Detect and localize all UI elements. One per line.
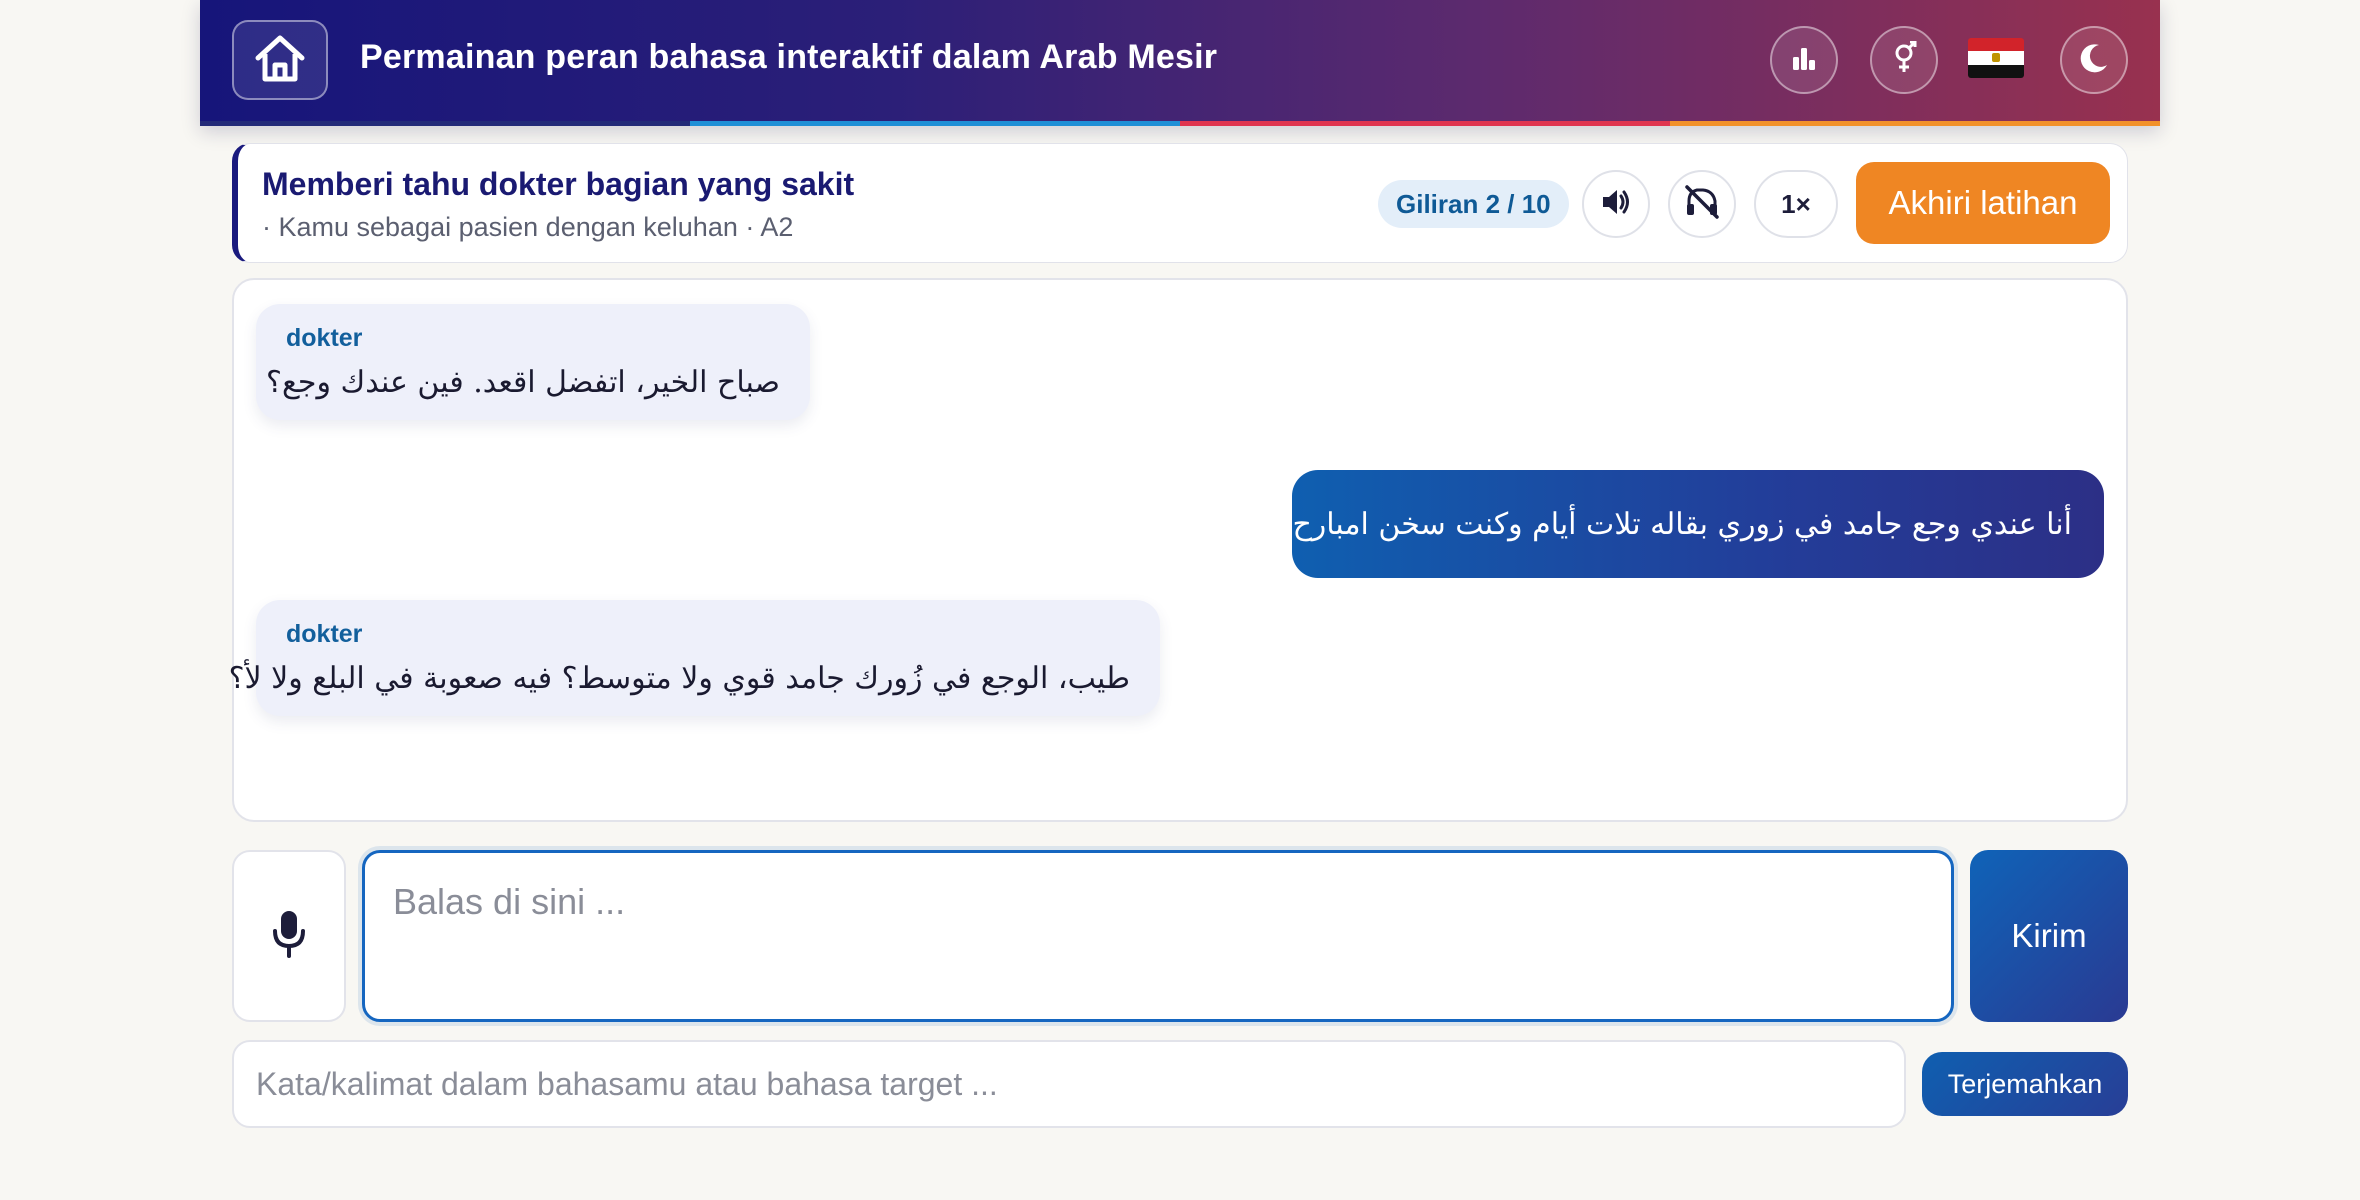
app-header: Permainan peran bahasa interaktif dalam … xyxy=(200,0,2160,126)
audio-off-icon xyxy=(1683,184,1721,225)
page-title: Permainan peran bahasa interaktif dalam … xyxy=(360,38,1218,76)
bot-message-bubble: dokter صباح الخير، اتفضل اقعد. فين عندك … xyxy=(256,304,810,420)
microphone-button[interactable] xyxy=(232,850,346,1022)
home-button[interactable] xyxy=(232,20,328,100)
moon-icon xyxy=(2077,41,2111,80)
theme-toggle-button[interactable] xyxy=(2060,26,2128,94)
microphone-icon xyxy=(271,909,307,964)
end-practice-button[interactable]: Akhiri latihan xyxy=(1856,162,2110,244)
send-button[interactable]: Kirim xyxy=(1970,850,2128,1022)
home-icon xyxy=(252,32,308,89)
speaker-button[interactable] xyxy=(1582,170,1650,238)
message-text: طيب، الوجع في زُورك جامد قوي ولا متوسط؟ … xyxy=(228,661,1130,696)
speaker-icon xyxy=(1599,185,1633,224)
audio-off-button[interactable] xyxy=(1668,170,1736,238)
message-speaker: dokter xyxy=(286,620,363,648)
egypt-flag-icon[interactable] xyxy=(1968,38,2024,78)
turn-counter-badge: Giliran 2 / 10 xyxy=(1378,180,1569,228)
bot-message-bubble: dokter طيب، الوجع في زُورك جامد قوي ولا … xyxy=(228,600,1160,716)
message-speaker: dokter xyxy=(286,324,363,352)
translate-input[interactable] xyxy=(232,1040,1906,1128)
turn-progress-strip xyxy=(200,121,2160,126)
message-text: صباح الخير، اتفضل اقعد. فين عندك وجع؟ xyxy=(266,365,780,400)
scenario-card: Memberi tahu dokter bagian yang sakit · … xyxy=(232,143,2128,263)
scenario-subtitle: · Kamu sebagai pasien dengan keluhan · A… xyxy=(262,212,794,242)
stats-button[interactable] xyxy=(1770,26,1838,94)
bar-chart-icon xyxy=(1790,44,1818,77)
reply-input[interactable] xyxy=(362,850,1954,1022)
speed-button[interactable]: 1× xyxy=(1754,170,1838,238)
chat-panel: dokter صباح الخير، اتفضل اقعد. فين عندك … xyxy=(228,278,2128,822)
gender-icon xyxy=(1889,40,1919,80)
gender-button[interactable] xyxy=(1870,26,1938,94)
scenario-title: Memberi tahu dokter bagian yang sakit xyxy=(262,166,855,202)
message-text: أنا عندي وجع جامد في زوري بقاله تلات أيا… xyxy=(1282,506,2072,542)
user-message-bubble: أنا عندي وجع جامد في زوري بقاله تلات أيا… xyxy=(1283,470,2104,578)
translate-button[interactable]: Terjemahkan xyxy=(1922,1052,2128,1116)
